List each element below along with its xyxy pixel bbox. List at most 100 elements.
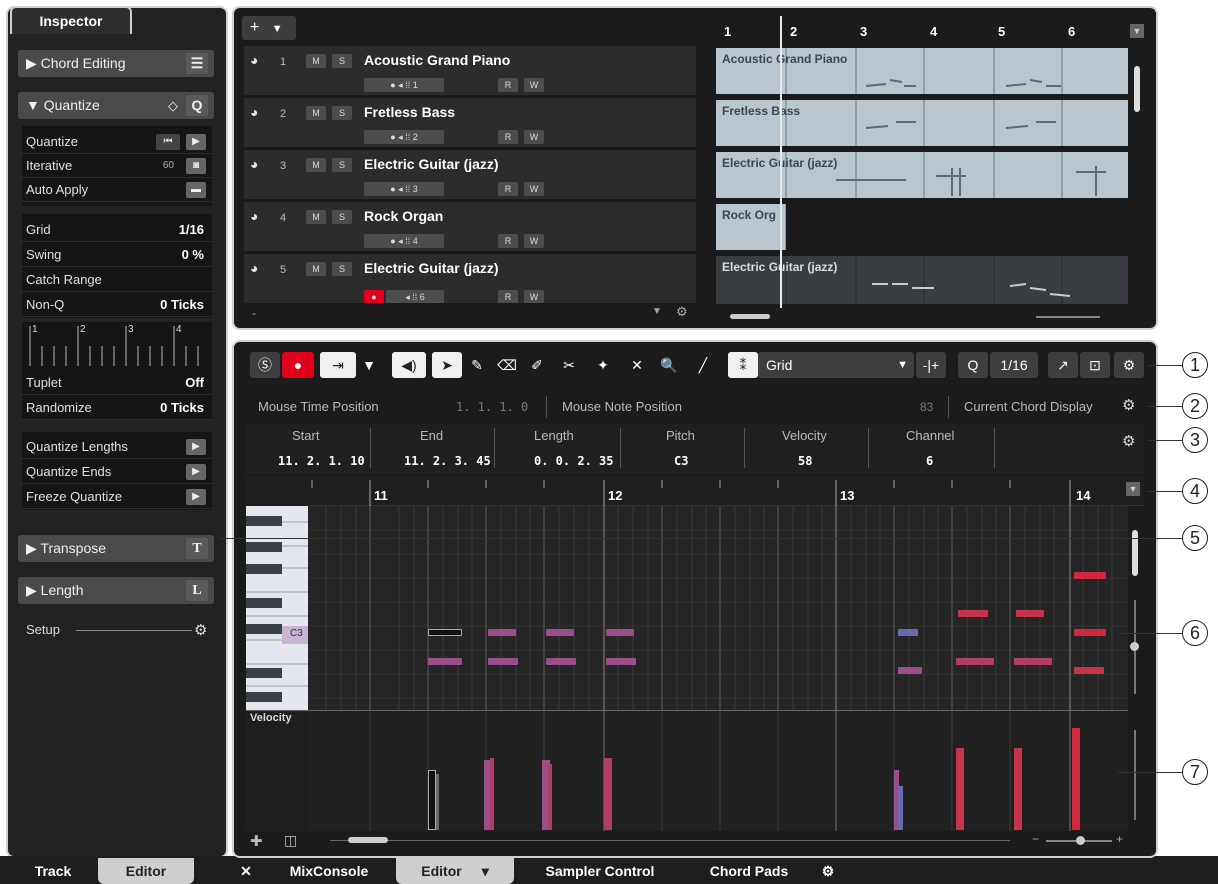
vertical-scrollbar[interactable] xyxy=(1134,66,1140,112)
transpose-icon[interactable]: T xyxy=(186,538,208,559)
tab-editor[interactable]: Editor ▾ xyxy=(396,858,514,884)
solo-editor-button[interactable]: Ⓢ xyxy=(250,352,280,378)
zoom-out-icon[interactable]: − xyxy=(1032,832,1039,846)
track-row[interactable]: ◕ 3 M S Electric Guitar (jazz) ● ◂ ⁞⁞ 3 … xyxy=(244,150,696,200)
solo-button[interactable]: S xyxy=(332,262,352,276)
quantize-apply-button[interactable]: ▶ xyxy=(186,134,206,150)
quantize-preset-dropdown[interactable]: 1/16 xyxy=(990,352,1038,378)
autoscroll-button[interactable]: ⇥ xyxy=(320,352,356,378)
zoom-minus-icon[interactable]: - xyxy=(252,306,256,320)
midi-note[interactable] xyxy=(1074,667,1104,674)
add-track-button[interactable]: + ▼ xyxy=(242,16,296,40)
quantize-q-icon[interactable]: Q xyxy=(186,95,208,116)
tab-editor-left[interactable]: Editor xyxy=(98,858,194,884)
piano-keyboard[interactable] xyxy=(246,506,308,710)
randomize-row[interactable]: Randomize 0 Ticks xyxy=(22,396,212,420)
midi-note[interactable] xyxy=(488,629,516,636)
track-name[interactable]: Fretless Bass xyxy=(364,104,455,120)
midi-note[interactable] xyxy=(546,629,574,636)
diamond-icon[interactable]: ◇ xyxy=(168,92,178,119)
split-tool-icon[interactable]: ✂ xyxy=(556,352,582,378)
open-panel-icon[interactable]: ↗ xyxy=(1048,352,1078,378)
midi-note[interactable] xyxy=(428,658,462,665)
selected-note[interactable] xyxy=(428,629,462,636)
midi-note[interactable] xyxy=(1074,572,1106,579)
freeze-quantize-button[interactable]: ▶ xyxy=(186,489,206,505)
non-q-row[interactable]: Non-Q 0 Ticks xyxy=(22,293,212,317)
velocity-lane-scrollbar[interactable] xyxy=(1134,730,1136,820)
ruler-menu-icon[interactable]: ▼ xyxy=(1130,24,1144,38)
midi-note[interactable] xyxy=(546,658,576,665)
midi-note[interactable] xyxy=(898,629,918,636)
editor-vertical-zoom-handle[interactable] xyxy=(1130,642,1139,651)
mute-button[interactable]: M xyxy=(306,262,326,276)
velocity-bar[interactable] xyxy=(604,758,612,830)
write-button[interactable]: W xyxy=(524,290,544,303)
track-name[interactable]: Acoustic Grand Piano xyxy=(364,52,510,68)
velocity-bar[interactable] xyxy=(1072,728,1080,830)
close-icon[interactable]: ✕ xyxy=(236,858,256,884)
velocity-lane-label[interactable]: Velocity xyxy=(250,712,292,724)
grid-value[interactable]: 1/16 xyxy=(179,218,204,242)
track-row[interactable]: ◕ 2 M S Fretless Bass ● ◂ ⁞⁞ 2 R W xyxy=(244,98,696,148)
project-ruler[interactable] xyxy=(714,16,1128,46)
snap-toggle-icon[interactable]: ⁑ xyxy=(728,352,758,378)
track-row[interactable]: ◕ 1 M S Acoustic Grand Piano ● ◂ ⁞⁞ 1 R … xyxy=(244,46,696,96)
solo-button[interactable]: S xyxy=(332,158,352,172)
velocity-bar[interactable] xyxy=(956,748,964,830)
editor-horizontal-scrollbar[interactable] xyxy=(348,837,388,843)
track-name[interactable]: Electric Guitar (jazz) xyxy=(364,156,499,172)
project-zoom-slider[interactable] xyxy=(1036,316,1100,318)
mute-button[interactable]: M xyxy=(306,106,326,120)
write-button[interactable]: W xyxy=(524,234,544,248)
tuplet-value[interactable]: Off xyxy=(185,371,204,395)
tabs-gear-icon[interactable]: ⚙ xyxy=(818,858,838,884)
setup-gear-icon[interactable]: ⚙ xyxy=(194,621,207,639)
zoom-in-icon[interactable]: + xyxy=(1116,832,1123,846)
midi-note[interactable] xyxy=(958,610,988,617)
chevron-down-icon[interactable]: ▾ xyxy=(482,863,489,879)
solo-button[interactable]: S xyxy=(332,54,352,68)
velocity-bar[interactable] xyxy=(490,758,494,830)
snap-zero-crossing-icon[interactable]: -|+ xyxy=(916,352,946,378)
write-button[interactable]: W xyxy=(524,182,544,196)
editor-vertical-scrollbar[interactable] xyxy=(1132,530,1138,576)
track-controls[interactable]: ● ◂ ⁞⁞ 2 xyxy=(364,130,444,144)
status-line-gear-icon[interactable]: ⚙ xyxy=(1122,396,1135,414)
tab-track[interactable]: Track xyxy=(20,858,86,884)
midi-note[interactable] xyxy=(898,667,922,674)
select-tool-icon[interactable]: ➤ xyxy=(432,352,462,378)
track-controls[interactable]: ◂ ⁞⁞ 6 xyxy=(386,290,444,303)
info-pitch-value[interactable]: C3 xyxy=(674,454,688,468)
randomize-value[interactable]: 0 Ticks xyxy=(160,396,204,420)
eraser-tool-icon[interactable]: ⌫ xyxy=(494,352,520,378)
mute-button[interactable]: M xyxy=(306,54,326,68)
lane-preset-icon[interactable]: ◫ xyxy=(284,832,297,849)
info-line-gear-icon[interactable]: ⚙ xyxy=(1122,432,1135,450)
trim-tool-icon[interactable]: ✐ xyxy=(524,352,550,378)
velocity-bar[interactable] xyxy=(898,786,903,830)
quantize-section[interactable]: ▼ Quantize ◇ Q xyxy=(18,92,214,119)
read-button[interactable]: R xyxy=(498,182,518,196)
track-row[interactable]: ◕ 5 M S Electric Guitar (jazz) ● ◂ ⁞⁞ 6 … xyxy=(244,254,696,304)
glue-tool-icon[interactable]: ✦ xyxy=(590,352,616,378)
snap-type-dropdown[interactable]: Grid ▼ xyxy=(758,352,914,378)
transpose-section[interactable]: ▶ Transpose T xyxy=(18,535,214,562)
inspector-tab[interactable]: Inspector xyxy=(10,6,132,34)
auto-apply-toggle[interactable]: ▬ xyxy=(186,182,206,198)
grid-row[interactable]: Grid 1/16 xyxy=(22,218,212,242)
quantize-preset-button[interactable]: ⏮ xyxy=(156,134,180,150)
sliders-icon[interactable]: ☰ xyxy=(186,53,208,74)
track-controls[interactable]: ● ◂ ⁞⁞ 1 xyxy=(364,78,444,92)
zoom-tool-icon[interactable]: 🔍 xyxy=(656,352,682,378)
tab-sampler-control[interactable]: Sampler Control xyxy=(530,858,670,884)
track-settings-gear-icon[interactable]: ⚙ xyxy=(676,304,688,320)
record-enable-button[interactable]: ● xyxy=(364,290,384,303)
velocity-bar[interactable] xyxy=(548,764,552,830)
tab-chord-pads[interactable]: Chord Pads xyxy=(694,858,804,884)
solo-button[interactable]: S xyxy=(332,210,352,224)
track-name[interactable]: Electric Guitar (jazz) xyxy=(364,260,499,276)
midi-note[interactable] xyxy=(956,658,994,665)
catch-range-row[interactable]: Catch Range xyxy=(22,268,212,292)
info-start-value[interactable]: 11. 2. 1. 10 xyxy=(278,454,365,468)
